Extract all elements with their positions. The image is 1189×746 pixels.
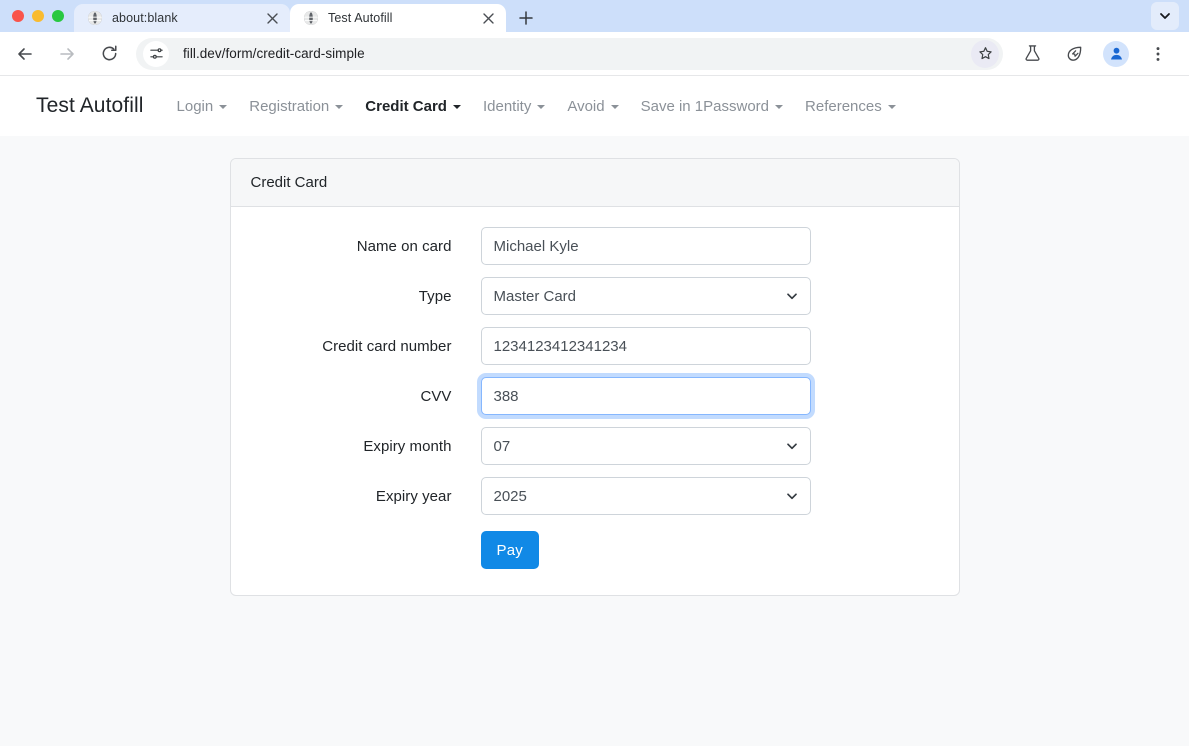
cvv-input[interactable] (480, 377, 811, 415)
nav-item-avoid[interactable]: Avoid (556, 98, 629, 115)
flask-icon[interactable] (1016, 38, 1048, 70)
caret-down-icon (775, 105, 784, 109)
close-icon[interactable] (263, 9, 281, 27)
label-expiry-year: Expiry year (375, 487, 452, 505)
tab-title: Test Autofill (328, 11, 393, 25)
nav-item-save-in-1password[interactable]: Save in 1Password (630, 98, 794, 115)
chevron-down-icon (1160, 13, 1170, 19)
tune-icon[interactable] (143, 40, 169, 67)
nav-item-label: Login (176, 97, 214, 115)
caret-down-icon (219, 105, 228, 109)
new-tab-button[interactable] (512, 4, 540, 32)
expiry-month-selected-value: 07 (493, 437, 511, 455)
nav-item-references[interactable]: References (794, 98, 907, 115)
browser-window: about:blank Test Autofill fill.dev/form/… (0, 0, 1189, 746)
form-row-type: Type Master Card (251, 277, 939, 315)
nav-item-label: Save in 1Password (640, 97, 770, 115)
nav-item-label: Avoid (567, 97, 605, 115)
maximize-window-button[interactable] (52, 10, 64, 22)
credit-card-form-card: Credit Card Name on card Type Master Car… (229, 158, 960, 596)
field-wrap: 2025 (480, 477, 939, 515)
field-wrap (480, 227, 939, 265)
nav-item-label: Identity (482, 97, 532, 115)
three-dots-icon[interactable] (1142, 38, 1174, 70)
field-wrap: Pay (480, 531, 939, 569)
field-wrap: Master Card (480, 277, 939, 315)
toolbar-actions (1011, 38, 1179, 70)
form-row-name-on-card: Name on card (251, 227, 939, 265)
field-wrap (480, 327, 939, 365)
form-row-cvv: CVV (251, 377, 939, 415)
pay-button[interactable]: Pay (480, 531, 539, 569)
field-wrap (480, 377, 939, 415)
reload-icon[interactable] (93, 38, 125, 70)
window-traffic-lights (0, 0, 74, 32)
nav-item-credit-card[interactable]: Credit Card (354, 98, 472, 115)
label-cvv: CVV (420, 387, 452, 405)
form-row-expiry-year: Expiry year 2025 (251, 477, 939, 515)
site-brand[interactable]: Test Autofill (36, 94, 144, 118)
nav-item-identity[interactable]: Identity (472, 98, 556, 115)
plus-icon (519, 11, 533, 25)
expiry-month-select[interactable]: 07 (480, 427, 811, 465)
form-row-submit: Pay (251, 531, 939, 569)
url-text: fill.dev/form/credit-card-simple (183, 46, 365, 61)
close-window-button[interactable] (12, 10, 24, 22)
chevron-down-icon (786, 440, 798, 452)
page-viewport: Test Autofill Login Registration Credit … (0, 76, 1189, 746)
address-bar[interactable]: fill.dev/form/credit-card-simple (136, 37, 1003, 70)
credit-card-number-input[interactable] (480, 327, 811, 365)
caret-down-icon (335, 105, 344, 109)
tab-strip: about:blank Test Autofill (0, 0, 1189, 32)
site-navbar: Test Autofill Login Registration Credit … (0, 76, 1189, 136)
nav-item-registration[interactable]: Registration (238, 98, 354, 115)
label-expiry-month: Expiry month (363, 437, 452, 455)
nav-item-label: References (805, 97, 882, 115)
card-body: Name on card Type Master Card (231, 207, 959, 595)
card-type-selected-value: Master Card (493, 287, 577, 305)
field-wrap: 07 (480, 427, 939, 465)
leaf-icon[interactable] (1058, 38, 1090, 70)
browser-tab-test-autofill[interactable]: Test Autofill (290, 4, 506, 32)
nav-item-login[interactable]: Login (166, 98, 239, 115)
star-icon[interactable] (971, 39, 999, 68)
browser-tab-about-blank[interactable]: about:blank (74, 4, 290, 32)
card-type-select[interactable]: Master Card (480, 277, 811, 315)
nav-item-label: Credit Card (365, 97, 447, 115)
chevron-down-icon (786, 290, 798, 302)
close-icon[interactable] (479, 9, 497, 27)
caret-down-icon (887, 105, 896, 109)
tab-title: about:blank (112, 11, 178, 25)
minimize-window-button[interactable] (32, 10, 44, 22)
page-content: Credit Card Name on card Type Master Car… (0, 136, 1189, 746)
name-on-card-input[interactable] (480, 227, 811, 265)
back-arrow-icon[interactable] (9, 38, 41, 70)
form-row-credit-card-number: Credit card number (251, 327, 939, 365)
globe-icon (303, 10, 319, 26)
label-name-on-card: Name on card (356, 237, 452, 255)
globe-icon (87, 10, 103, 26)
forward-arrow-icon[interactable] (51, 38, 83, 70)
nav-item-label: Registration (249, 97, 330, 115)
card-header-title: Credit Card (230, 159, 959, 207)
person-icon[interactable] (1103, 40, 1129, 67)
tab-search-button[interactable] (1151, 2, 1179, 30)
browser-toolbar: fill.dev/form/credit-card-simple (0, 32, 1189, 76)
caret-down-icon (452, 105, 461, 109)
chevron-down-icon (786, 490, 798, 502)
expiry-year-selected-value: 2025 (493, 487, 527, 505)
caret-down-icon (610, 105, 619, 109)
navbar-items: Login Registration Credit Card Identity … (166, 98, 907, 115)
form-row-expiry-month: Expiry month 07 (251, 427, 939, 465)
label-type: Type (418, 287, 452, 305)
expiry-year-select[interactable]: 2025 (480, 477, 811, 515)
label-credit-card-number: Credit card number (322, 337, 452, 355)
caret-down-icon (537, 105, 546, 109)
